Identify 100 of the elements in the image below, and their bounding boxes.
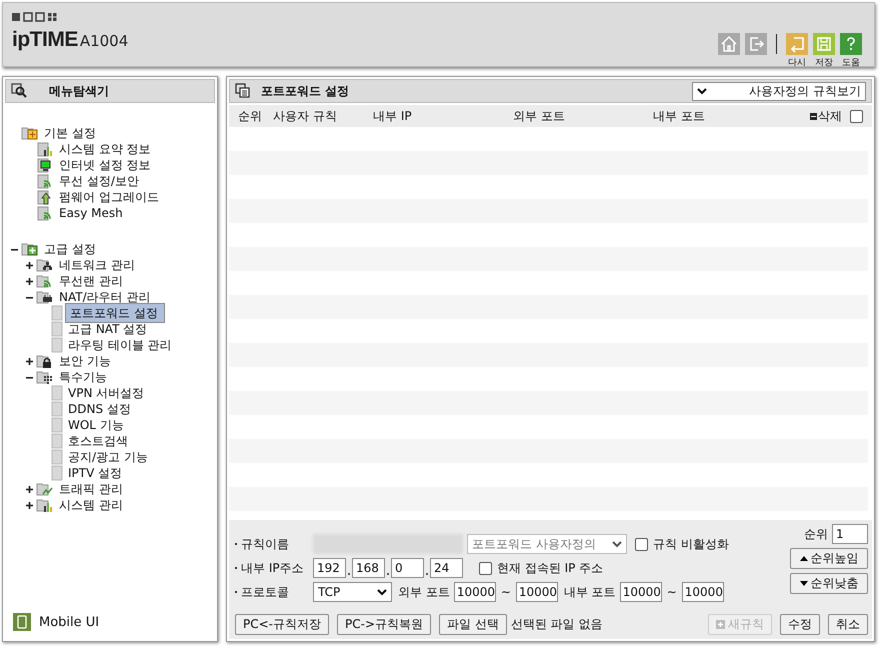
view-dropdown[interactable]: 사용자정의 규칙보기 (692, 82, 866, 100)
action-label[interactable]: 저장 (815, 56, 833, 69)
column-header: 삭제 (818, 108, 842, 124)
menu-item[interactable]: Easy Mesh (56, 206, 126, 220)
folder-icon (36, 289, 54, 305)
field-label: 규칙이름 (241, 536, 289, 552)
minus-square-icon (810, 112, 817, 120)
page-icon (51, 385, 63, 401)
menu-item[interactable]: 트래픽 관리 (56, 480, 126, 498)
menu-item[interactable]: 특수기능 (56, 368, 110, 386)
menu-item[interactable]: 호스트검색 (65, 432, 131, 450)
page-icon (51, 337, 63, 353)
input-field[interactable]: 10000 (516, 582, 558, 602)
checkbox[interactable] (479, 562, 492, 574)
menu-item[interactable]: 공지/광고 기능 (65, 448, 151, 466)
save-rules-button[interactable]: PC<-규칙저장 (235, 614, 329, 635)
search-icon (11, 83, 29, 99)
menu-item[interactable]: IPTV 설정 (65, 464, 126, 482)
chevron-down-icon (612, 540, 622, 548)
folder-icon (36, 481, 54, 497)
menu-item[interactable]: DDNS 설정 (65, 400, 134, 418)
field-label: 외부 포트 (398, 584, 450, 600)
sidebar-title: 메뉴탐색기 (48, 82, 110, 100)
folder-icon (21, 125, 39, 141)
move-down-button[interactable]: 순위낮춤 (790, 573, 868, 594)
help-icon[interactable] (840, 33, 862, 55)
menu-item[interactable]: WOL 기능 (65, 416, 127, 434)
input-field[interactable]: 10000 (620, 582, 662, 602)
checkbox-label: 규칙 비활성화 (653, 536, 729, 552)
field-label: 내부 IP주소 (241, 560, 304, 576)
menu-item[interactable]: 펌웨어 업그레이드 (56, 188, 162, 206)
menu-item[interactable]: 네트워크 관리 (56, 256, 138, 274)
page-icon (51, 417, 63, 433)
range-separator: ~ (666, 585, 677, 599)
folder-icon (36, 497, 54, 513)
edit-button[interactable]: 수정 (780, 614, 820, 635)
menu-item[interactable]: 무선랜 관리 (56, 272, 126, 290)
menu-item[interactable]: 고급 설정 (41, 240, 99, 258)
input-field[interactable]: 10000 (682, 582, 724, 602)
field-label: 프로토콜 (241, 584, 289, 600)
folder-icon (36, 369, 54, 385)
column-header: 사용자 규칙 (273, 108, 338, 124)
restore-rules-button[interactable]: PC->규칙복원 (337, 614, 431, 635)
phone-icon (13, 613, 31, 631)
menu-item[interactable]: NAT/라우터 관리 (56, 288, 154, 306)
input-field[interactable]: 0 (391, 558, 424, 578)
menu-item[interactable]: VPN 서버설정 (65, 384, 148, 402)
bar-chart-icon (36, 141, 54, 157)
menu-item[interactable]: 고급 NAT 설정 (65, 320, 150, 338)
menu-item[interactable]: 포트포워드 설정 (65, 303, 165, 323)
move-up-button[interactable]: 순위높임 (790, 548, 868, 569)
menu-item[interactable]: 시스템 관리 (56, 496, 126, 514)
copy-icon (235, 83, 251, 99)
action-label[interactable]: 다시 (788, 56, 806, 69)
page-icon (51, 433, 63, 449)
checkbox[interactable] (635, 538, 648, 550)
range-separator: ~ (500, 585, 511, 599)
mobile-ui-link[interactable]: Mobile UI (39, 614, 100, 630)
folder-icon (36, 257, 54, 273)
page-icon (51, 449, 63, 465)
preset-dropdown[interactable]: 포트포워드 사용자정의 (467, 534, 627, 554)
column-header: 내부 포트 (653, 108, 706, 124)
page-icon (51, 465, 63, 481)
column-header: 외부 포트 (513, 108, 566, 124)
field-label: 내부 포트 (564, 584, 616, 600)
menu-item[interactable]: 무선 설정/보안 (56, 172, 142, 190)
triangle-up-icon (800, 556, 808, 561)
chevron-down-icon (377, 588, 387, 596)
page-icon (51, 321, 63, 337)
page-icon (51, 305, 63, 321)
plus-icon[interactable] (26, 358, 32, 364)
brand-logo: ipTIME (12, 28, 78, 52)
input-field[interactable]: 192 (313, 558, 346, 578)
folder-icon (21, 241, 39, 257)
plus-icon[interactable] (26, 502, 32, 508)
input-field[interactable]: 24 (430, 558, 463, 578)
field-label: 순위 (804, 526, 828, 542)
plus-square-icon (716, 620, 725, 629)
cancel-button[interactable]: 취소 (828, 614, 868, 635)
plus-icon[interactable] (26, 278, 32, 284)
menu-item[interactable]: 보안 기능 (56, 352, 114, 370)
plus-icon[interactable] (26, 486, 32, 492)
input-field[interactable]: 168 (352, 558, 385, 578)
menu-item[interactable]: 기본 설정 (41, 124, 99, 142)
menu-item[interactable]: 시스템 요약 정보 (56, 140, 154, 158)
model-name: A1004 (80, 32, 128, 50)
input-field[interactable]: 1 (832, 524, 868, 544)
menu-item[interactable]: 인터넷 설정 정보 (56, 156, 154, 174)
page-icon (51, 401, 63, 417)
action-label[interactable]: 도움 (842, 56, 860, 69)
triangle-down-icon (800, 581, 808, 586)
protocol-dropdown[interactable]: TCP (313, 582, 392, 602)
column-header: 순위 (238, 108, 263, 124)
file-status: 선택된 파일 없음 (510, 616, 602, 633)
choose-file-button[interactable]: 파일 선택 (439, 614, 507, 635)
plus-icon[interactable] (26, 262, 32, 268)
input-field[interactable]: 10000 (454, 582, 496, 602)
menu-item[interactable]: 라우팅 테이블 관리 (65, 336, 175, 354)
select-all-checkbox[interactable] (850, 110, 863, 122)
column-header: 내부 IP (373, 108, 413, 124)
